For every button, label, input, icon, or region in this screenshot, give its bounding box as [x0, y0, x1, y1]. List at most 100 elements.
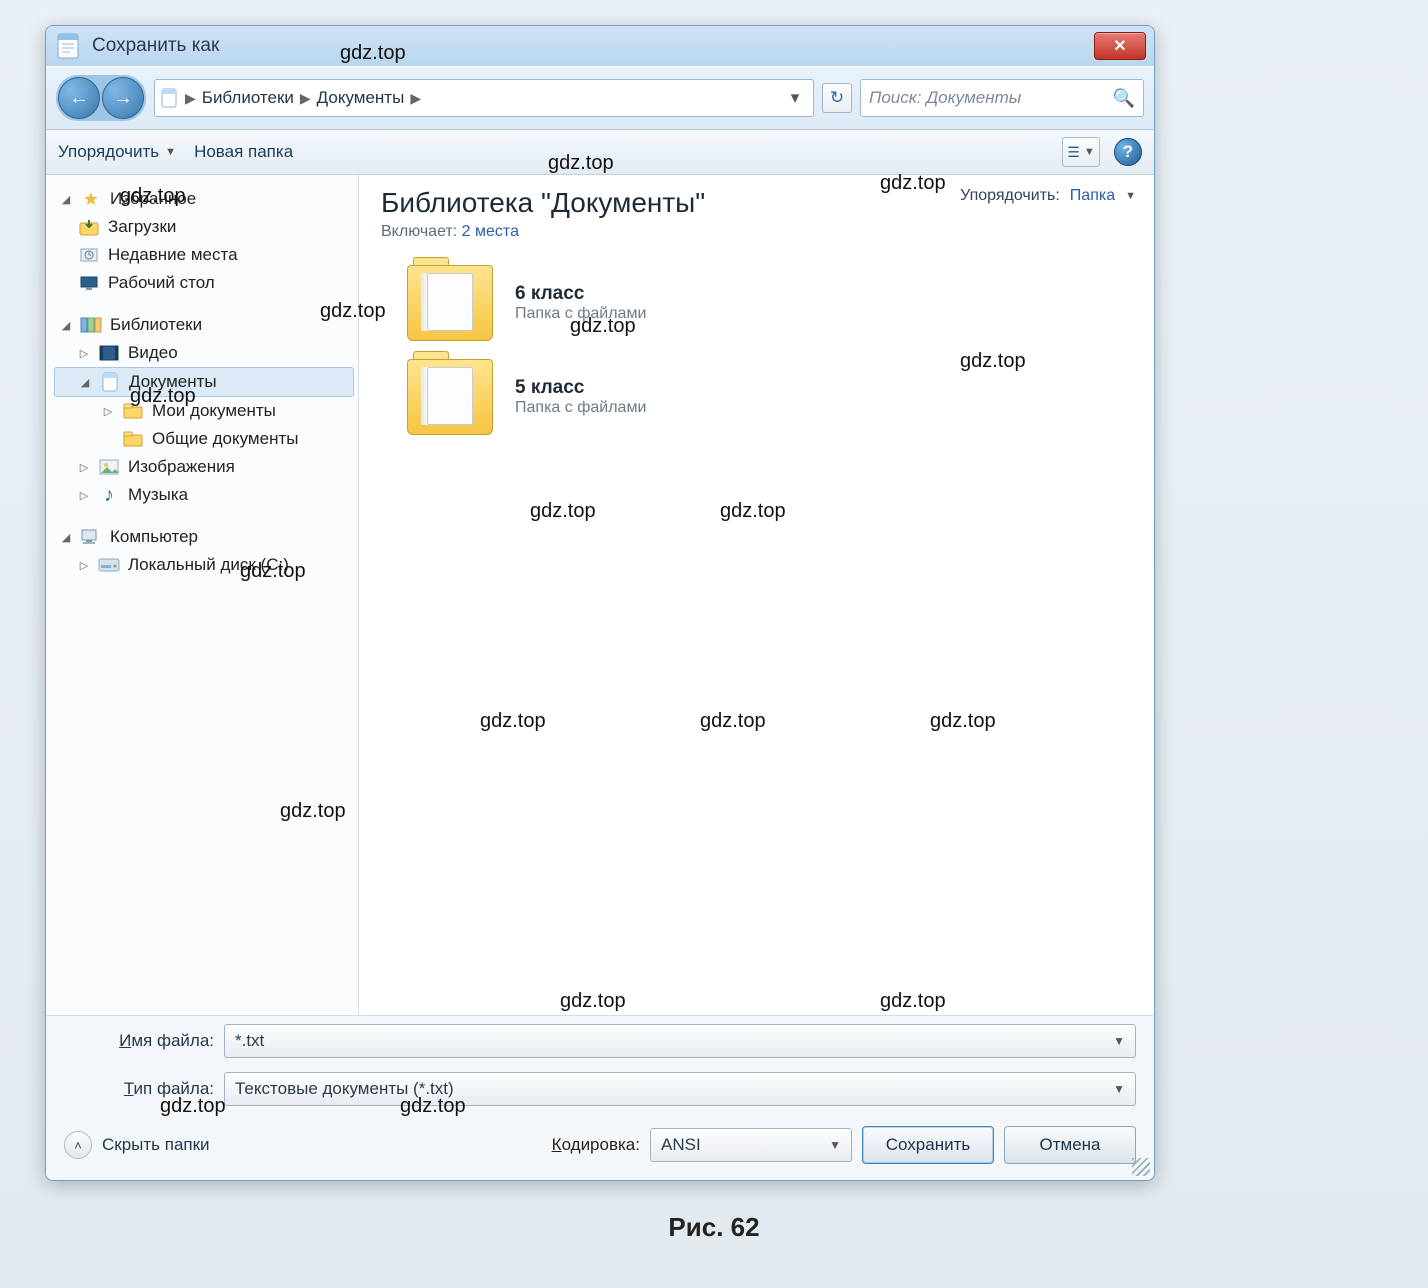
- folder-item[interactable]: 6 класс Папка с файлами: [407, 265, 1136, 341]
- dialog-footer: ˄ Скрыть папки Кодировка: ANSI ▼ Сохрани…: [46, 1120, 1154, 1180]
- close-button[interactable]: ✕: [1094, 32, 1146, 60]
- save-button[interactable]: Сохранить: [862, 1126, 994, 1164]
- collapse-icon: ▷: [78, 489, 90, 502]
- arrange-by[interactable]: Упорядочить: Папка ▼: [960, 187, 1136, 205]
- sidebar-item-local-disk-c[interactable]: ▷ Локальный диск (C:): [54, 551, 354, 579]
- library-includes: Включает: 2 места: [381, 223, 705, 241]
- chevron-right-icon: ▶: [300, 90, 311, 107]
- folder-name: 5 класс: [515, 377, 646, 399]
- expand-icon: ◢: [79, 376, 91, 389]
- encoding-select[interactable]: ANSI ▼: [650, 1128, 852, 1162]
- star-icon: ★: [80, 189, 102, 209]
- sidebar-item-pictures[interactable]: ▷ Изображения: [54, 453, 354, 481]
- new-folder-button[interactable]: Новая папка: [194, 142, 293, 162]
- drive-icon: [98, 555, 120, 575]
- chevron-down-icon: ▼: [829, 1138, 841, 1152]
- library-header: Библиотека "Документы" Включает: 2 места…: [381, 187, 1136, 241]
- address-bar[interactable]: ▶ Библиотеки ▶ Документы ▶ ▾: [154, 79, 814, 117]
- folder-icon: [407, 265, 493, 341]
- filename-row: Имя файла: *.txt ▼: [64, 1024, 1136, 1058]
- includes-link[interactable]: 2 места: [462, 223, 519, 240]
- folder-icon: [122, 401, 144, 421]
- filetype-row: Тип файла: Текстовые документы (*.txt) ▼: [64, 1072, 1136, 1106]
- arrow-left-icon: ←: [69, 87, 89, 110]
- nav-buttons: ← →: [56, 75, 146, 121]
- computer-group: ◢ Компьютер ▷ Локальный диск (C:): [54, 523, 354, 579]
- filename-label: Имя файла:: [64, 1031, 214, 1051]
- titlebar: Сохранить как ✕: [46, 26, 1154, 66]
- figure-caption: Рис. 62: [0, 1212, 1428, 1243]
- desktop-icon: [78, 273, 100, 293]
- navigation-pane[interactable]: ◢ ★ Избранное Загрузки Недавние места: [46, 175, 359, 1015]
- refresh-icon: ↻: [830, 88, 844, 108]
- breadcrumb[interactable]: ▶ Библиотеки ▶ Документы ▶: [185, 88, 421, 108]
- sidebar-item-label: Общие документы: [152, 429, 298, 449]
- chevron-down-icon: ▼: [1125, 190, 1136, 202]
- video-icon: [98, 343, 120, 363]
- encoding-label: Кодировка:: [552, 1135, 640, 1155]
- sidebar-item-music[interactable]: ▷ ♪ Музыка: [54, 481, 354, 509]
- hide-folders-toggle[interactable]: ˄ Скрыть папки: [64, 1131, 210, 1159]
- sidebar-item-documents[interactable]: ◢ Документы: [54, 367, 354, 397]
- crumb-libraries[interactable]: Библиотеки: [202, 88, 294, 108]
- back-button[interactable]: ←: [58, 77, 100, 119]
- organize-menu[interactable]: Упорядочить ▼: [58, 142, 176, 162]
- chevron-down-icon: ▼: [1113, 1034, 1125, 1048]
- crumb-documents[interactable]: Документы: [317, 88, 405, 108]
- view-options-button[interactable]: ☰▼: [1062, 137, 1100, 167]
- libraries-icon: [80, 315, 102, 335]
- sidebar-item-desktop[interactable]: Рабочий стол: [54, 269, 354, 297]
- sidebar-item-label: Загрузки: [108, 217, 176, 237]
- folder-icon: [407, 359, 493, 435]
- close-icon: ✕: [1113, 36, 1126, 56]
- libraries-group: ◢ Библиотеки ▷ Видео ◢: [54, 311, 354, 509]
- chevron-right-icon: ▶: [410, 90, 421, 107]
- save-label: Сохранить: [886, 1135, 970, 1155]
- sidebar-item-recent[interactable]: Недавние места: [54, 241, 354, 269]
- dialog-body: ◢ ★ Избранное Загрузки Недавние места: [46, 175, 1154, 1015]
- arrange-value[interactable]: Папка: [1070, 187, 1115, 205]
- navigation-row: ← → ▶ Библиотеки ▶ Документы ▶ ▾ ↻ Поиск…: [46, 66, 1154, 130]
- libraries-header[interactable]: ◢ Библиотеки: [54, 311, 354, 339]
- arrange-label: Упорядочить:: [960, 187, 1060, 205]
- refresh-button[interactable]: ↻: [822, 83, 852, 113]
- sidebar-item-video[interactable]: ▷ Видео: [54, 339, 354, 367]
- expand-icon: ◢: [60, 193, 72, 206]
- collapse-icon: ▷: [102, 405, 114, 418]
- library-title: Библиотека "Документы": [381, 187, 705, 219]
- sidebar-item-downloads[interactable]: Загрузки: [54, 213, 354, 241]
- resize-grip[interactable]: [1132, 1158, 1150, 1176]
- sidebar-item-public-documents[interactable]: Общие документы: [54, 425, 354, 453]
- expand-icon: ◢: [60, 531, 72, 544]
- forward-button[interactable]: →: [102, 77, 144, 119]
- address-dropdown[interactable]: ▾: [783, 88, 807, 108]
- encoding-value: ANSI: [661, 1135, 701, 1155]
- hide-folders-label: Скрыть папки: [102, 1135, 210, 1155]
- sidebar-item-label: Изображения: [128, 457, 235, 477]
- computer-header[interactable]: ◢ Компьютер: [54, 523, 354, 551]
- search-input[interactable]: Поиск: Документы 🔍: [860, 79, 1144, 117]
- favorites-header[interactable]: ◢ ★ Избранное: [54, 185, 354, 213]
- arrow-right-icon: →: [113, 87, 133, 110]
- filename-input[interactable]: *.txt ▼: [224, 1024, 1136, 1058]
- view-icon: ☰: [1067, 144, 1080, 161]
- filetype-select[interactable]: Текстовые документы (*.txt) ▼: [224, 1072, 1136, 1106]
- search-icon: 🔍: [1113, 88, 1135, 109]
- chevron-right-icon: ▶: [185, 90, 196, 107]
- content-pane[interactable]: Библиотека "Документы" Включает: 2 места…: [359, 175, 1154, 1015]
- sidebar-item-label: Документы: [129, 372, 217, 392]
- sidebar-item-label: Рабочий стол: [108, 273, 215, 293]
- help-button[interactable]: ?: [1114, 138, 1142, 166]
- downloads-icon: [78, 217, 100, 237]
- folder-desc: Папка с файлами: [515, 399, 646, 417]
- folder-item[interactable]: 5 класс Папка с файлами: [407, 359, 1136, 435]
- filename-value: *.txt: [235, 1031, 264, 1051]
- favorites-group: ◢ ★ Избранное Загрузки Недавние места: [54, 185, 354, 297]
- sidebar-item-label: Локальный диск (C:): [128, 555, 289, 575]
- new-folder-label: Новая папка: [194, 142, 293, 162]
- pictures-icon: [98, 457, 120, 477]
- cancel-button[interactable]: Отмена: [1004, 1126, 1136, 1164]
- cancel-label: Отмена: [1040, 1135, 1101, 1155]
- collapse-icon: ▷: [78, 461, 90, 474]
- sidebar-item-my-documents[interactable]: ▷ Мои документы: [54, 397, 354, 425]
